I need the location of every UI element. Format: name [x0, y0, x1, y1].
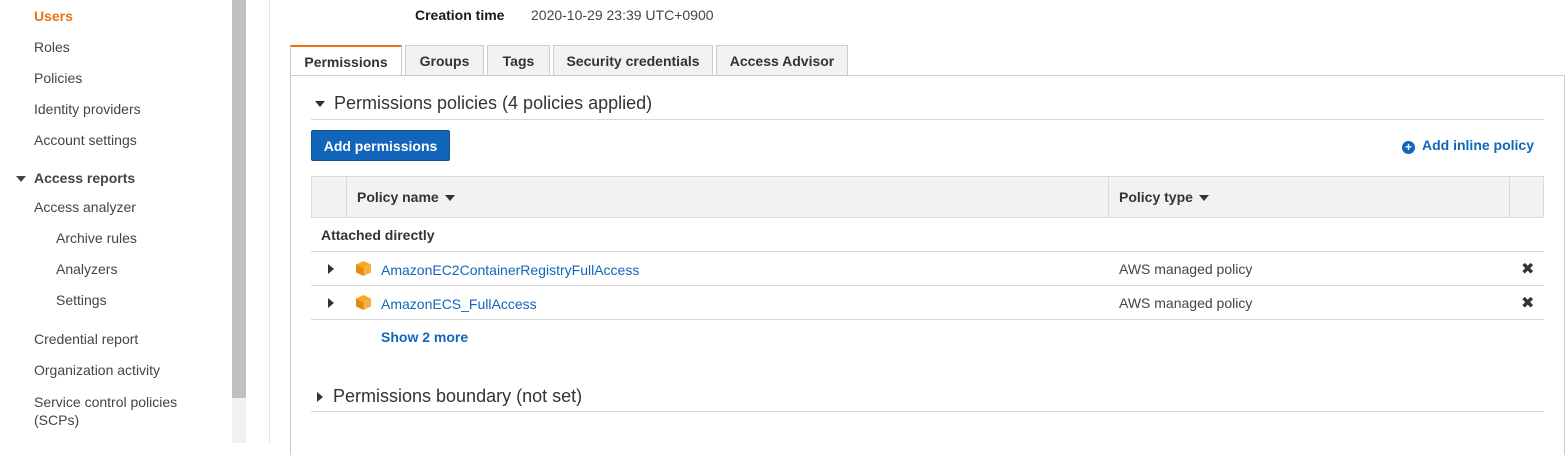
sort-caret-icon [1198, 195, 1209, 202]
sidebar-item-archive-rules[interactable]: Archive rules [56, 230, 137, 246]
sidebar-item-settings[interactable]: Settings [56, 292, 107, 308]
cube-icon [356, 295, 371, 310]
policy-type: AWS managed policy [1119, 261, 1253, 277]
column-separator [1108, 177, 1109, 217]
creation-time-value: 2020-10-29 23:39 UTC+0900 [531, 7, 714, 23]
column-separator [346, 177, 347, 217]
permissions-boundary-title: Permissions boundary (not set) [333, 386, 583, 406]
plus-circle-icon: + [1402, 141, 1415, 154]
policy-type: AWS managed policy [1119, 295, 1253, 311]
tab-security-credentials[interactable]: Security credentials [553, 45, 713, 75]
sidebar-item-roles[interactable]: Roles [34, 39, 70, 55]
remove-icon[interactable]: ✖ [1521, 259, 1534, 279]
sidebar-scrollbar-thumb[interactable] [232, 0, 246, 398]
group-row-attached-directly: Attached directly [311, 218, 1544, 252]
cube-icon [356, 261, 371, 276]
show-more-link[interactable]: Show 2 more [381, 329, 468, 345]
column-header-label: Policy type [1119, 189, 1193, 205]
column-header-policy-type[interactable]: Policy type [1119, 189, 1209, 205]
permissions-policies-title: Permissions policies (4 policies applied… [334, 93, 653, 113]
chevron-down-icon [16, 176, 26, 183]
chevron-right-icon [317, 392, 323, 403]
tab-access-advisor[interactable]: Access Advisor [716, 45, 848, 75]
table-row: AmazonECS_FullAccess AWS managed policy … [311, 286, 1544, 320]
policy-table-header: Policy name Policy type [311, 176, 1544, 218]
column-header-label: Policy name [357, 189, 439, 205]
policy-name-link[interactable]: AmazonECS_FullAccess [381, 296, 537, 312]
expand-arrow-icon[interactable] [328, 298, 334, 308]
add-inline-policy-link[interactable]: + Add inline policy [1402, 137, 1534, 154]
column-header-policy-name[interactable]: Policy name [357, 189, 455, 205]
sidebar-item-identity-providers[interactable]: Identity providers [34, 101, 141, 117]
sidebar-item-organization-activity[interactable]: Organization activity [34, 362, 160, 378]
section-divider [311, 411, 1544, 412]
creation-time-label: Creation time [415, 7, 505, 23]
sidebar-item-scps-line1: Service control policies [34, 394, 178, 410]
permissions-policies-header[interactable]: Permissions policies (4 policies applied… [315, 93, 652, 114]
sidebar-item-scps[interactable]: Service control policies (SCPs) [34, 393, 177, 429]
tab-tags[interactable]: Tags [487, 45, 550, 75]
remove-icon[interactable]: ✖ [1521, 293, 1534, 313]
sort-caret-icon [444, 195, 455, 202]
column-separator [1509, 177, 1510, 217]
group-label: Attached directly [321, 227, 435, 243]
sidebar-item-access-analyzer[interactable]: Access analyzer [34, 199, 136, 215]
add-permissions-button[interactable]: Add permissions [311, 130, 450, 161]
sidebar-item-scps-line2: (SCPs) [34, 412, 80, 428]
sidebar-section-label: Access reports [34, 170, 136, 186]
sidebar-item-account-settings[interactable]: Account settings [34, 132, 137, 148]
table-row: AmazonEC2ContainerRegistryFullAccess AWS… [311, 252, 1544, 286]
sidebar: Users Roles Policies Identity providers … [0, 0, 232, 443]
policy-name-link[interactable]: AmazonEC2ContainerRegistryFullAccess [381, 262, 639, 278]
sidebar-item-users[interactable]: Users [34, 8, 73, 24]
tab-groups[interactable]: Groups [405, 45, 484, 75]
chevron-down-icon [315, 101, 325, 108]
expand-arrow-icon[interactable] [328, 264, 334, 274]
tab-permissions[interactable]: Permissions [290, 45, 402, 76]
sidebar-section-access-reports[interactable]: Access reports [16, 170, 135, 186]
sidebar-item-policies[interactable]: Policies [34, 70, 82, 86]
content-divider [269, 0, 270, 443]
permissions-boundary-header[interactable]: Permissions boundary (not set) [317, 386, 582, 407]
section-divider [311, 119, 1544, 120]
add-inline-policy-label: Add inline policy [1422, 137, 1535, 153]
sidebar-item-credential-report[interactable]: Credential report [34, 331, 138, 347]
sidebar-item-analyzers[interactable]: Analyzers [56, 261, 117, 277]
